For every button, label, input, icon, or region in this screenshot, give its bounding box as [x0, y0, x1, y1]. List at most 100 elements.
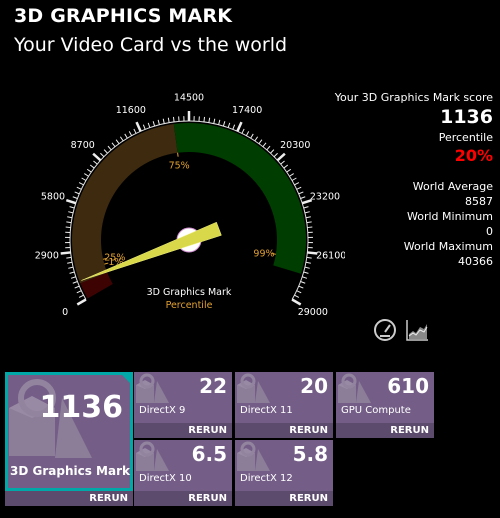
minor-tick [250, 133, 254, 139]
minor-tick [72, 281, 78, 284]
rerun-button[interactable]: RERUN [134, 491, 232, 506]
tick-label: 14500 [174, 93, 204, 104]
minor-tick [152, 121, 156, 127]
minor-tick [157, 119, 160, 125]
minor-tick [93, 160, 98, 165]
minor-tick [294, 182, 300, 186]
minor-tick [294, 294, 300, 298]
tile-3d-graphics-mark[interactable]: 1136 3D Graphics Mark RERUN [5, 372, 133, 506]
minor-tick [289, 173, 294, 177]
minor-tick [81, 177, 87, 181]
tick-label: 17400 [232, 105, 262, 116]
minor-tick [241, 128, 245, 134]
minor-tick [304, 266, 310, 269]
tick-label: 0 [62, 307, 68, 318]
tile-label: DirectX 11 [240, 405, 293, 416]
minor-tick [72, 196, 78, 199]
minor-tick [302, 276, 308, 279]
minor-tick [304, 211, 310, 214]
minor-tick [133, 128, 137, 134]
minor-tick [254, 136, 259, 142]
tile-score: 610 [387, 374, 429, 398]
tile-directx-9[interactable]: 22 DirectX 9 RERUN [134, 372, 232, 438]
minor-tick [222, 121, 226, 127]
chart-icon[interactable] [405, 318, 429, 342]
minor-tick [70, 276, 76, 279]
world-maximum-label: World Maximum [403, 240, 493, 253]
rerun-button[interactable]: RERUN [235, 423, 333, 438]
minor-tick [100, 152, 105, 158]
tile-directx-11[interactable]: 20 DirectX 11 RERUN [235, 372, 333, 438]
world-minimum-value: 0 [486, 225, 493, 238]
tile-corner-accent [119, 372, 133, 386]
minor-tick [303, 271, 309, 274]
minor-tick [67, 261, 73, 264]
minor-tick [74, 285, 80, 289]
minor-tick [300, 196, 306, 199]
minor-tick [69, 206, 75, 209]
minor-tick [305, 216, 311, 219]
minor-tick [86, 168, 92, 173]
minor-tick [203, 116, 206, 123]
major-tick [65, 198, 77, 205]
minor-tick [306, 221, 312, 224]
minor-tick [69, 271, 75, 274]
page-title: 3D GRAPHICS MARK [14, 5, 233, 27]
page-subtitle: Your Video Card vs the world [14, 34, 288, 56]
minor-tick [296, 186, 302, 190]
tick-label: 8700 [71, 140, 95, 151]
tile-gpu-compute[interactable]: 610 GPU Compute RERUN [336, 372, 434, 438]
percentile-label: 75% [169, 161, 190, 172]
tile-directx-12[interactable]: 5.8 DirectX 12 RERUN [235, 440, 333, 506]
minor-tick [66, 256, 72, 259]
cube-icon [237, 441, 270, 471]
minor-tick [119, 136, 124, 142]
major-tick [236, 121, 243, 132]
cube-icon [136, 441, 169, 471]
minor-tick [218, 119, 221, 125]
tile-score: 22 [199, 374, 227, 398]
major-tick [135, 121, 142, 132]
minor-tick [76, 290, 82, 294]
minor-tick [298, 285, 304, 289]
score-gauge: 0 2900 5800 8700 11600 14500 17400 20300 23200 26… [35, 93, 345, 319]
minor-tick [68, 266, 74, 269]
minor-tick [128, 131, 133, 136]
minor-tick [147, 122, 151, 128]
minor-tick [245, 131, 250, 136]
tile-score: 1136 [39, 390, 124, 425]
minor-tick [76, 186, 82, 190]
tile-score: 20 [300, 374, 328, 398]
tile-score: 5.8 [292, 442, 328, 466]
percentile-value: 20% [454, 146, 493, 165]
tile-directx-10[interactable]: 6.5 DirectX 10 RERUN [134, 440, 232, 506]
rerun-button[interactable]: RERUN [336, 423, 434, 438]
minor-tick [172, 116, 175, 123]
world-minimum-label: World Minimum [407, 210, 493, 223]
rerun-button[interactable]: RERUN [134, 423, 232, 438]
minor-tick [307, 226, 313, 229]
minor-tick [303, 206, 309, 209]
percentile-label: 99% [253, 248, 274, 259]
rerun-button[interactable]: RERUN [5, 491, 133, 506]
rerun-button[interactable]: RERUN [235, 491, 333, 506]
minor-tick [262, 142, 267, 148]
gauge-center-label: 3D Graphics Mark [147, 287, 232, 298]
gauge-icon[interactable] [373, 318, 397, 342]
world-maximum-value: 40366 [458, 255, 493, 268]
minor-tick [258, 139, 263, 145]
minor-tick [89, 164, 95, 169]
minor-tick [167, 117, 170, 123]
minor-tick [232, 124, 236, 130]
major-tick [76, 298, 87, 306]
minor-tick [107, 145, 112, 151]
minor-tick [115, 139, 120, 145]
minor-tick [296, 290, 302, 294]
tick-label: 5800 [41, 191, 65, 202]
cube-icon [338, 373, 371, 403]
minor-tick [273, 152, 278, 158]
minor-tick [68, 211, 74, 214]
major-tick [92, 152, 102, 162]
gauge-needle [81, 221, 222, 281]
minor-tick [291, 177, 297, 181]
